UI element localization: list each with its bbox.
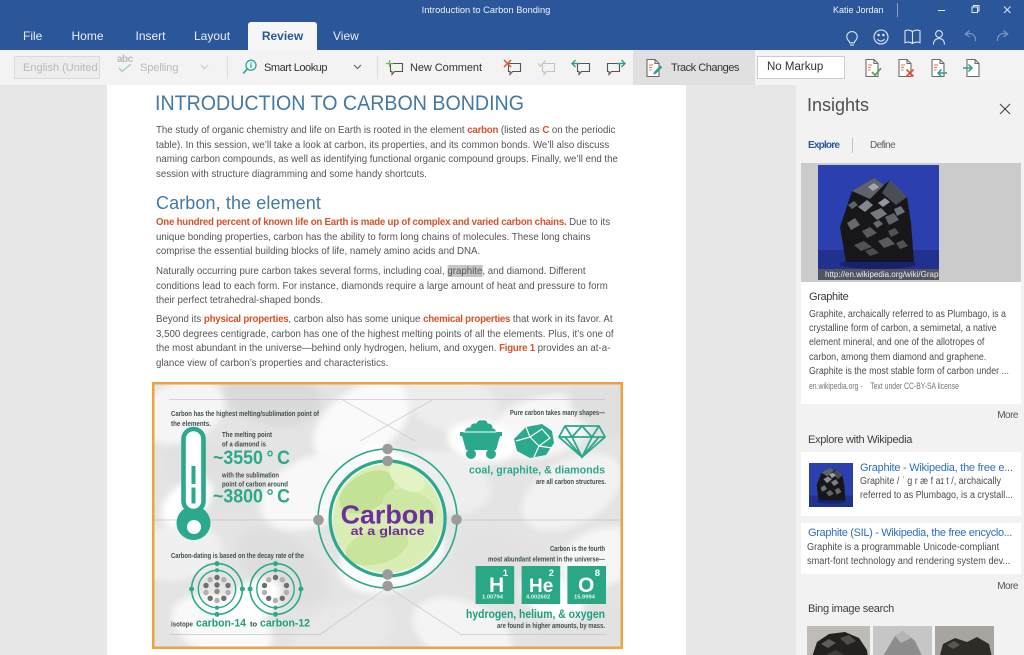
svg-text:Carbon has the highest melting: Carbon has the highest melting/sublimati… xyxy=(171,409,319,418)
svg-text:The melting point: The melting point xyxy=(222,430,272,439)
svg-text:are found in higher amounts, b: are found in higher amounts, by mass. xyxy=(497,621,605,630)
svg-text:15.9994: 15.9994 xyxy=(574,595,596,601)
svg-text:to: to xyxy=(250,620,258,629)
svg-text:4.002602: 4.002602 xyxy=(526,595,550,601)
svg-text:carbon-14: carbon-14 xyxy=(196,618,247,630)
svg-text:http://en.wikipedia.org/wiki/G: http://en.wikipedia.org/wiki/Graph... xyxy=(825,270,939,279)
svg-text:Carbon is the fourth: Carbon is the fourth xyxy=(550,544,605,553)
svg-text:2: 2 xyxy=(549,568,554,579)
svg-text:~3550 ° C: ~3550 ° C xyxy=(213,448,290,469)
svg-text:most abundant element in the u: most abundant element in the universe— xyxy=(488,555,605,564)
svg-text:1: 1 xyxy=(503,568,509,579)
svg-text:are all carbon structures.: are all carbon structures. xyxy=(536,477,606,486)
svg-text:the elements.: the elements. xyxy=(171,419,211,428)
svg-text:Carbon-dating is based on the: Carbon-dating is based on the decay rate… xyxy=(171,551,304,560)
svg-text:carbon-12: carbon-12 xyxy=(260,618,310,630)
svg-text:with the sublimation: with the sublimation xyxy=(221,471,279,480)
svg-text:~3800 ° C: ~3800 ° C xyxy=(213,487,290,508)
svg-text:coal, graphite, & diamonds: coal, graphite, & diamonds xyxy=(469,465,605,477)
svg-text:Pure carbon takes many shapes—: Pure carbon takes many shapes— xyxy=(510,408,605,417)
svg-text:at a glance: at a glance xyxy=(351,524,425,538)
svg-text:hydrogen, helium, & oxygen: hydrogen, helium, & oxygen xyxy=(466,609,605,621)
svg-text:1.00794: 1.00794 xyxy=(482,595,504,601)
svg-text:isotope: isotope xyxy=(171,620,193,629)
svg-text:8: 8 xyxy=(595,568,600,579)
